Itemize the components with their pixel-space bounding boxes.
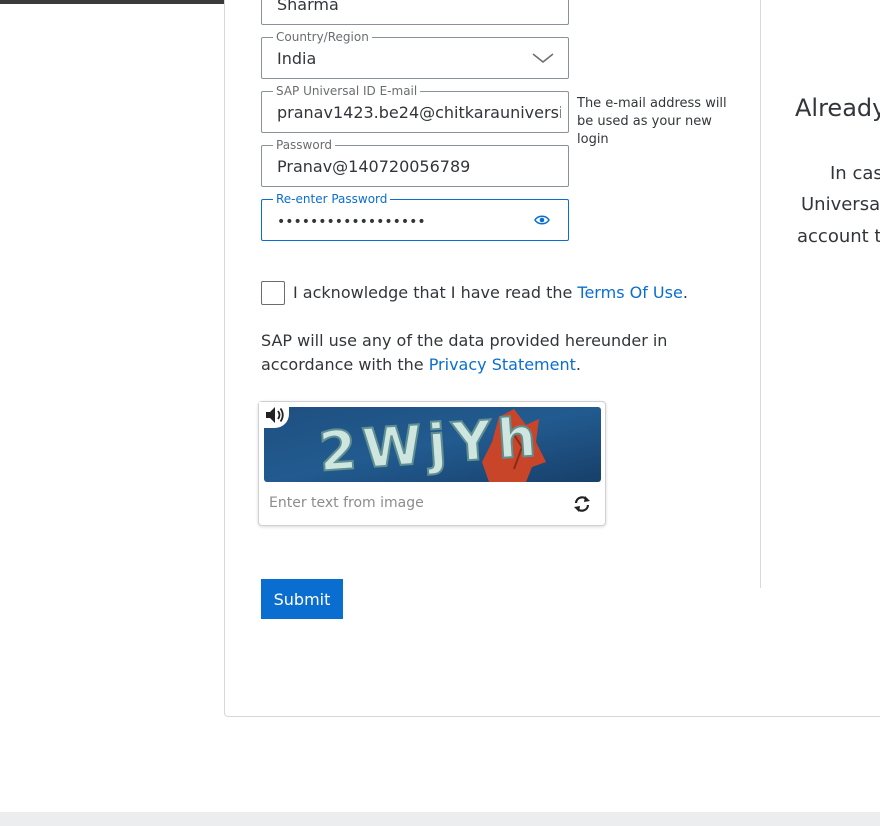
password-value: Pranav@140720056789 — [277, 157, 471, 176]
email-field[interactable]: SAP Universal ID E-mail pranav1423.be24@… — [261, 84, 569, 133]
terms-prefix: I acknowledge that I have read the — [293, 283, 578, 302]
speaker-icon — [266, 407, 284, 423]
already-have-account-title: Already — [795, 94, 880, 122]
email-label: SAP Universal ID E-mail — [273, 84, 421, 98]
terms-checkbox[interactable] — [261, 281, 285, 305]
password-field[interactable]: Password Pranav@140720056789 — [261, 138, 569, 187]
captcha-box: 2WjYh Enter text from image — [258, 401, 606, 526]
refresh-icon[interactable] — [573, 495, 591, 513]
last-name-field[interactable]: Sharma — [261, 0, 569, 25]
reenter-password-value: •••••••••••••••••• — [277, 214, 426, 230]
submit-button[interactable]: Submit — [261, 579, 343, 619]
captcha-input[interactable]: Enter text from image — [269, 494, 424, 512]
country-value: India — [277, 49, 317, 68]
audio-captcha-button[interactable] — [259, 402, 289, 428]
panel-divider — [760, 0, 761, 588]
right-panel-line-1: In cas — [830, 163, 880, 184]
right-panel-line-3: account t — [797, 226, 880, 247]
privacy-text: SAP will use any of the data provided he… — [261, 329, 751, 377]
privacy-statement-link[interactable]: Privacy Statement — [429, 355, 576, 374]
terms-text: I acknowledge that I have read the Terms… — [293, 283, 688, 303]
terms-of-use-link[interactable]: Terms Of Use — [577, 283, 682, 302]
captcha-image: 2WjYh — [264, 407, 601, 482]
email-value: pranav1423.be24@chitkarauniversity.ed — [277, 103, 561, 122]
footer-band — [0, 812, 880, 826]
country-select[interactable]: Country/Region India — [261, 30, 569, 79]
reenter-password-field[interactable]: Re-enter Password •••••••••••••••••• — [261, 192, 569, 241]
last-name-value: Sharma — [277, 0, 339, 14]
terms-suffix: . — [682, 283, 688, 302]
chevron-down-icon[interactable] — [532, 52, 554, 64]
country-label: Country/Region — [273, 30, 372, 44]
password-label: Password — [273, 138, 336, 152]
eye-icon[interactable] — [534, 213, 550, 227]
email-hint: The e-mail address will be used as your … — [577, 96, 727, 147]
right-panel-line-2: Universa — [801, 194, 880, 215]
privacy-suffix: . — [575, 355, 581, 374]
reenter-password-label: Re-enter Password — [273, 192, 391, 206]
